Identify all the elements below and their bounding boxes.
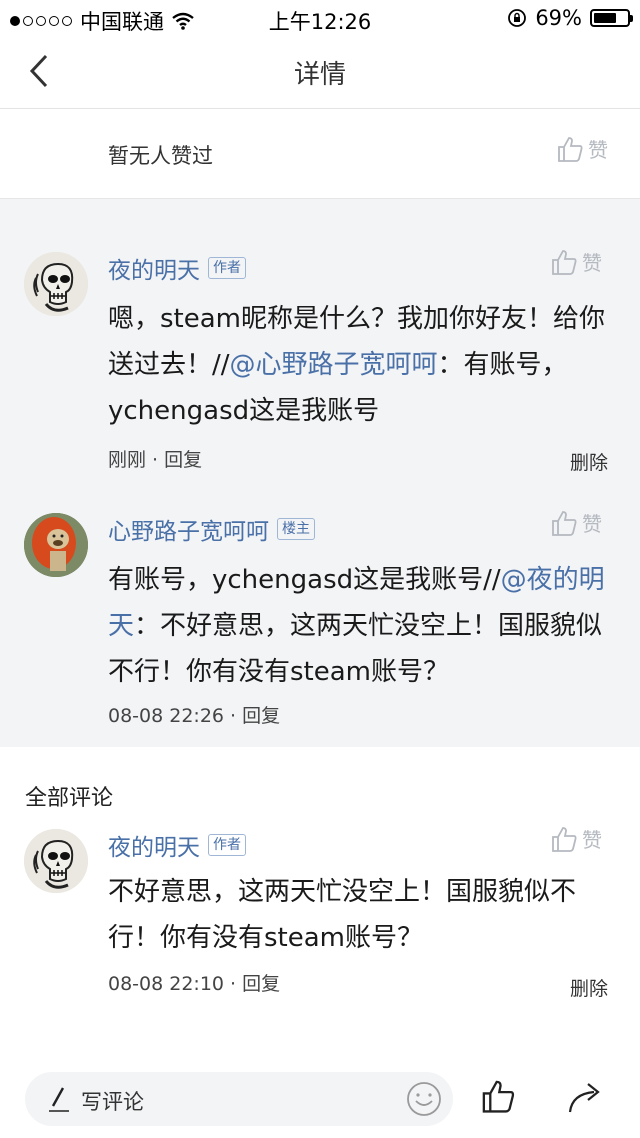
author-name[interactable]: 夜的明天 [108,251,200,285]
reply-button[interactable]: 回复 [164,449,202,471]
like-label: 赞 [582,512,602,536]
dog-avatar-image [24,513,88,577]
thumbs-up-icon [552,826,577,852]
bottom-bar: 写评论 [0,1064,640,1138]
mention-link[interactable]: @心野路子宽呵呵 [230,350,438,380]
comment-text: 有账号，ychengasd这是我账号// [108,565,501,595]
page-title: 详情 [293,60,346,90]
thumbs-up-icon[interactable] [480,1078,516,1114]
comment-body: 有账号，ychengasd这是我账号//@夜的明天：不好意思，这两天忙没空上！国… [108,557,608,695]
emoji-icon[interactable] [405,1080,443,1118]
like-button[interactable]: 赞 [550,508,602,537]
like-button[interactable]: 赞 [550,247,602,276]
write-comment-placeholder: 写评论 [81,1090,144,1114]
skull-avatar-image [24,829,88,893]
like-label: 赞 [582,251,602,275]
author-line: 夜的明天 作者 [108,828,246,862]
skull-avatar-image [24,252,88,316]
likes-summary: 暂无人赞过 赞 [0,110,640,200]
reply-thread: 夜的明天 作者 赞 嗯，steam昵称是什么？我加你好友！给你送过去！//@心野… [0,199,640,747]
battery-percent: 69% [535,6,582,30]
like-label: 赞 [588,138,608,162]
author-name[interactable]: 心野路子宽呵呵 [108,512,269,546]
author-name[interactable]: 夜的明天 [108,828,200,862]
nav-bar: 详情 [0,36,640,109]
comment-body: 不好意思，这两天忙没空上！国服貌似不行！你有没有steam账号？ [108,877,577,953]
write-comment-input[interactable]: 写评论 [25,1072,453,1126]
all-comments-title: 全部评论 [25,786,114,811]
comment-text: ：不好意思，这两天忙没空上！国服貌似不行！你有没有steam账号？ [108,611,603,687]
comment-time: 刚刚 [108,449,147,471]
comment-time: 08-08 22:26 [108,705,225,727]
reply-button[interactable]: 回复 [242,973,280,995]
likes-text: 暂无人赞过 [108,144,213,168]
like-button[interactable]: 赞 [550,824,602,853]
like-label: 赞 [582,828,602,852]
comment-meta: 08-08 22:10 · 回复 [108,973,281,995]
comment-time: 08-08 22:10 [108,973,225,995]
thumbs-up-icon [558,136,583,162]
share-icon[interactable] [566,1080,604,1114]
rotation-lock-icon [508,9,527,27]
delete-button[interactable]: 删除 [570,974,608,1001]
thumbs-up-icon [552,249,577,275]
author-line: 夜的明天 作者 [108,251,246,285]
avatar[interactable] [24,513,88,577]
status-bar: 中国联通 上午12:26 69% [0,0,640,36]
comment-meta: 刚刚 · 回复 [108,449,203,471]
delete-button[interactable]: 删除 [570,448,608,475]
thumbs-up-icon [552,510,577,536]
comment-body: 嗯，steam昵称是什么？我加你好友！给你送过去！//@心野路子宽呵呵：有账号，… [108,296,608,434]
like-button[interactable]: 赞 [556,134,608,163]
status-right: 69% [507,6,633,30]
battery-icon [590,9,633,27]
owner-badge: 楼主 [277,518,315,540]
reply-button[interactable]: 回复 [242,705,280,727]
avatar[interactable] [24,829,88,893]
author-badge: 作者 [208,834,246,856]
author-badge: 作者 [208,257,246,279]
comment-meta: 08-08 22:26 · 回复 [108,705,281,727]
avatar[interactable] [24,252,88,316]
author-line: 心野路子宽呵呵 楼主 [108,512,315,546]
pencil-icon [49,1087,69,1112]
